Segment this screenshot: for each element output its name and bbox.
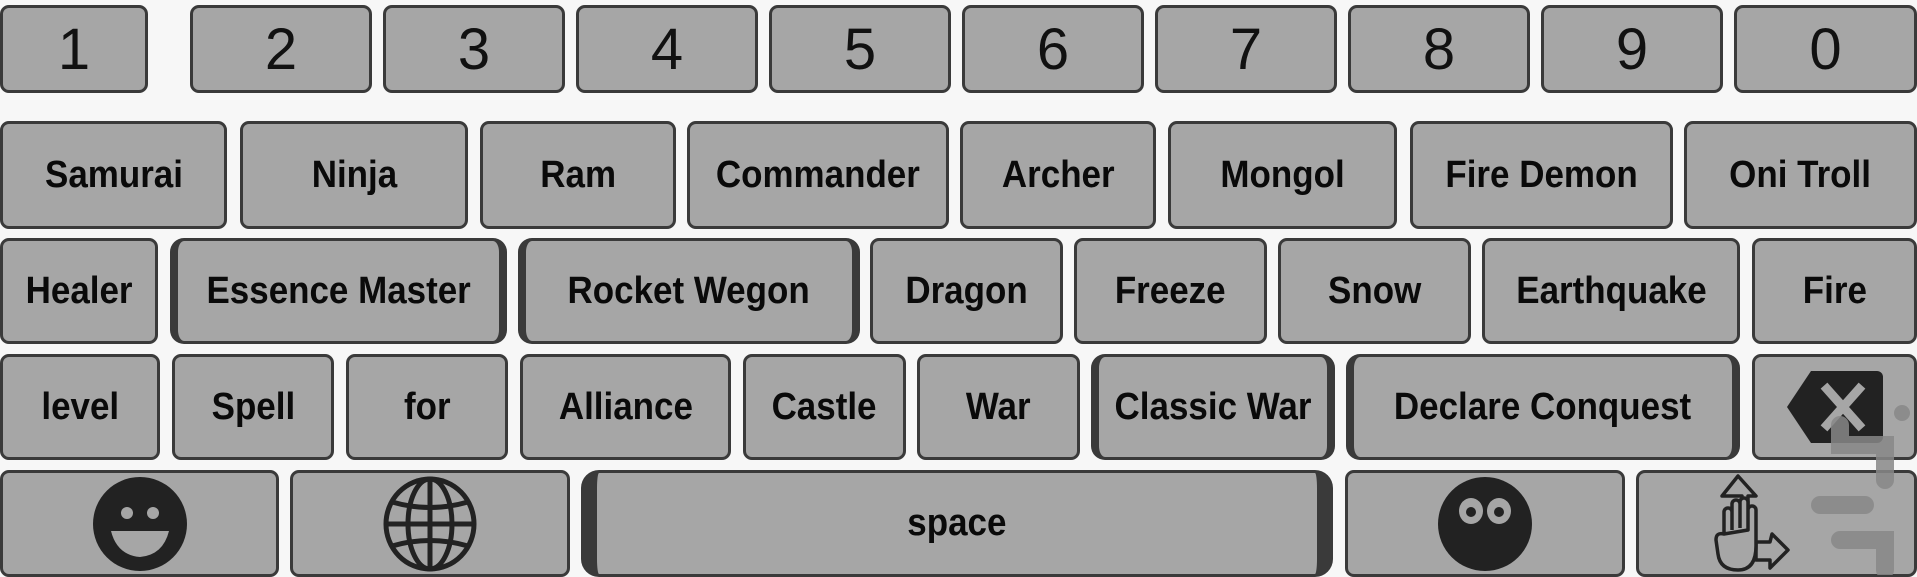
key-fire[interactable]: Fire	[1752, 238, 1917, 344]
key-label: Dragon	[905, 269, 1028, 312]
key-war[interactable]: War	[917, 354, 1080, 460]
key-2[interactable]: 2	[190, 5, 372, 93]
space-label: space	[907, 502, 1007, 544]
eyes-face-icon	[1438, 476, 1532, 571]
key-label: Rocket Wegon	[567, 269, 811, 312]
gesture-button[interactable]	[1636, 470, 1917, 577]
key-label: 9	[1615, 16, 1649, 82]
key-earthquake[interactable]: Earthquake	[1482, 238, 1740, 344]
key-label: Earthquake	[1515, 269, 1707, 312]
key-label: Declare Conquest	[1394, 385, 1692, 428]
key-healer[interactable]: Healer	[0, 238, 158, 344]
key-label: Healer	[25, 269, 133, 312]
key-label: 1	[57, 16, 91, 82]
key-label: War	[966, 385, 1031, 428]
key-label: Castle	[772, 385, 877, 428]
key-3[interactable]: 3	[383, 5, 565, 93]
key-ram[interactable]: Ram	[480, 121, 676, 229]
key-4[interactable]: 4	[576, 5, 758, 93]
key-commander[interactable]: Commander	[687, 121, 949, 229]
smiley-face-icon	[92, 476, 187, 571]
key-oni-troll[interactable]: Oni Troll	[1684, 121, 1917, 229]
hand-swipe-icon	[1713, 473, 1790, 572]
key-dragon[interactable]: Dragon	[870, 238, 1063, 344]
key-samurai[interactable]: Samurai	[0, 121, 227, 229]
key-label: 7	[1229, 16, 1263, 82]
key-label: level	[41, 385, 119, 428]
key-6[interactable]: 6	[962, 5, 1144, 93]
key-label: 2	[264, 16, 298, 82]
key-0[interactable]: 0	[1734, 5, 1917, 93]
backspace-button[interactable]	[1752, 354, 1917, 460]
key-label: 5	[843, 16, 877, 82]
key-label: for	[403, 385, 451, 428]
sticker-button[interactable]	[1345, 470, 1625, 577]
key-label: Commander	[716, 153, 920, 196]
key-label: Samurai	[44, 153, 183, 196]
key-ninja[interactable]: Ninja	[240, 121, 468, 229]
key-1[interactable]: 1	[0, 5, 148, 93]
key-5[interactable]: 5	[769, 5, 951, 93]
key-label: 6	[1036, 16, 1070, 82]
key-spell[interactable]: Spell	[172, 354, 334, 460]
key-label: Archer	[1001, 153, 1115, 196]
key-archer[interactable]: Archer	[960, 121, 1156, 229]
key-label: Ninja	[311, 153, 397, 196]
key-label: Fire	[1802, 269, 1867, 312]
language-button[interactable]	[290, 470, 570, 577]
key-label: Alliance	[558, 385, 693, 428]
key-freeze[interactable]: Freeze	[1074, 238, 1267, 344]
key-level[interactable]: level	[0, 354, 160, 460]
key-label: Oni Troll	[1729, 153, 1872, 196]
emoji-button[interactable]	[0, 470, 279, 577]
key-7[interactable]: 7	[1155, 5, 1337, 93]
key-fire-demon[interactable]: Fire Demon	[1410, 121, 1673, 229]
key-label: Spell	[211, 385, 295, 428]
globe-icon	[383, 476, 477, 571]
key-label: Fire Demon	[1445, 153, 1638, 196]
key-declare-conquest[interactable]: Declare Conquest	[1346, 354, 1740, 460]
key-8[interactable]: 8	[1348, 5, 1530, 93]
key-snow[interactable]: Snow	[1278, 238, 1471, 344]
key-label: Freeze	[1115, 269, 1226, 312]
key-9[interactable]: 9	[1541, 5, 1723, 93]
key-label: Essence Master	[206, 269, 471, 312]
key-for[interactable]: for	[346, 354, 508, 460]
key-label: 8	[1422, 16, 1456, 82]
key-label: 3	[457, 16, 491, 82]
key-essence-master[interactable]: Essence Master	[170, 238, 507, 344]
key-label: 4	[650, 16, 684, 82]
key-label: Classic War	[1114, 385, 1312, 428]
key-label: Ram	[540, 153, 616, 196]
space-bar[interactable]: space	[581, 470, 1333, 577]
key-alliance[interactable]: Alliance	[520, 354, 731, 460]
key-label: Snow	[1327, 269, 1422, 312]
backspace-icon	[1786, 371, 1883, 443]
key-rocket-wegon[interactable]: Rocket Wegon	[518, 238, 860, 344]
key-label: Mongol	[1220, 153, 1345, 196]
key-mongol[interactable]: Mongol	[1168, 121, 1397, 229]
key-castle[interactable]: Castle	[743, 354, 906, 460]
key-label: 0	[1809, 16, 1842, 82]
key-classic-war[interactable]: Classic War	[1091, 354, 1335, 460]
